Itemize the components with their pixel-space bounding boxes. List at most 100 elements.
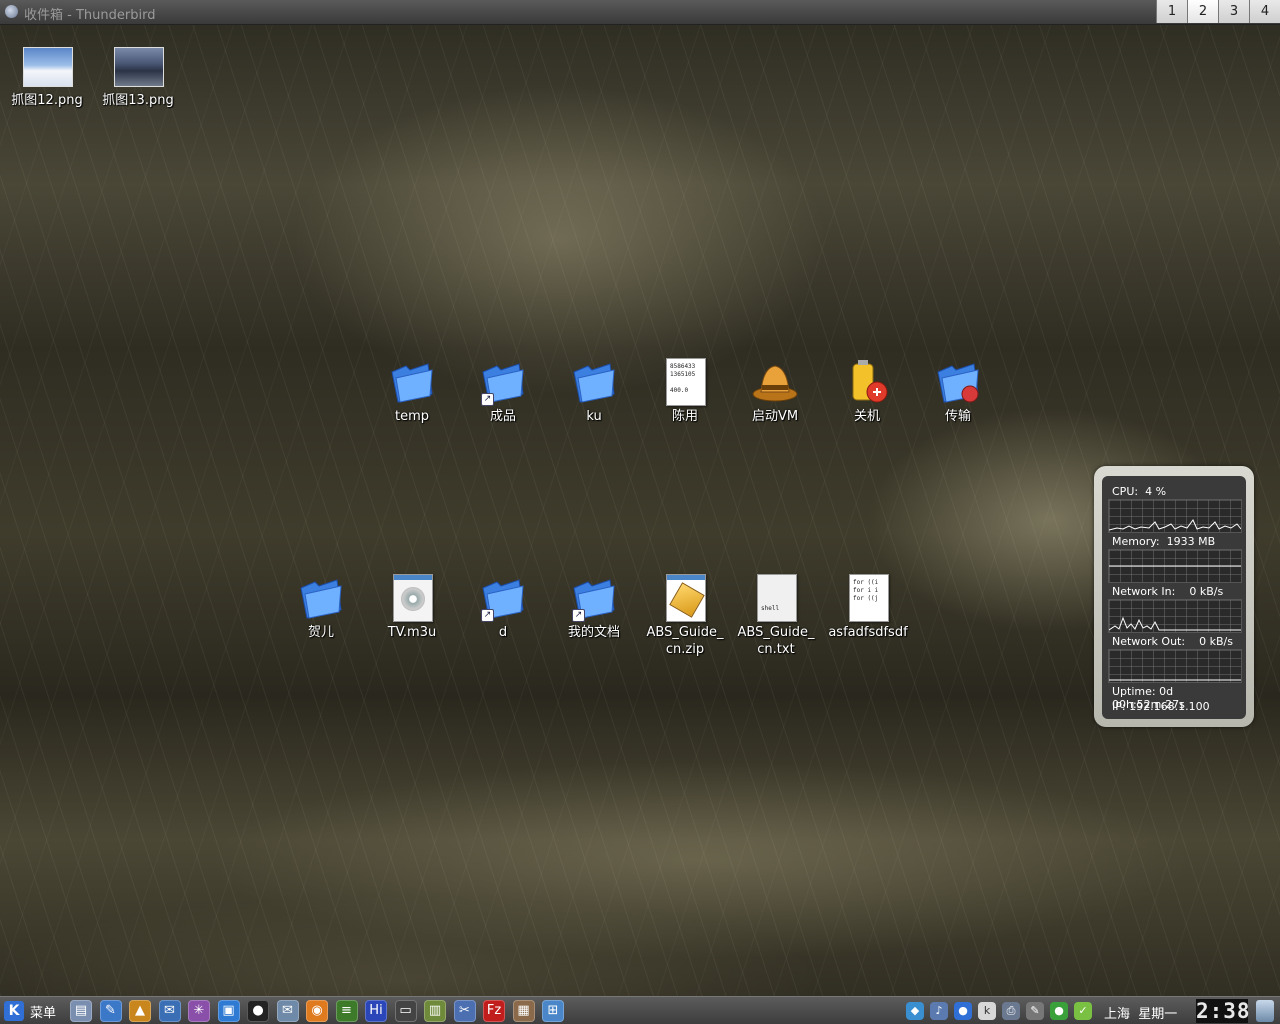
printer-icon[interactable]: ⎙ [1002, 1002, 1020, 1020]
start-menu-label: 菜单 [30, 1005, 57, 1021]
quick-launch-bar: ▤ ✎ ▲ ✉ ✳ ▣ ● ✉ ◉ ≡ Hi ▭ ▥ ✂ Fz ▦ ⊞ [70, 1000, 572, 1022]
zip-archive-icon [666, 574, 706, 622]
desktop-icon-abs-guide-txt[interactable]: shell ABS_Guide_ cn.txt [731, 574, 821, 658]
desktop-icon-label: temp [394, 409, 429, 424]
desktop-icon-label: d [498, 625, 508, 640]
firefox-icon[interactable]: ◉ [306, 1000, 328, 1022]
desktop-icon-label: 传输 [944, 409, 971, 424]
desktop-icon-label: ABS_Guide_ cn.zip [646, 625, 724, 657]
document-preview: 8586433 1365105 400.0 [670, 363, 696, 394]
shortcut-arrow-icon: ↗ [481, 609, 494, 622]
hi-messenger-icon[interactable]: Hi [365, 1000, 387, 1022]
check-icon[interactable]: ✓ [1074, 1002, 1092, 1020]
desktop-icon-label: 关机 [853, 409, 880, 424]
desktop-icon-screenshot12[interactable]: 抓图12.png [2, 42, 92, 109]
monitor-icon[interactable]: ▭ [394, 1000, 417, 1022]
network-map-icon[interactable]: ⊞ [542, 1000, 564, 1022]
text-document-icon: for ((i for i i for ((j [849, 574, 889, 622]
desktop-1-button[interactable]: 1 [1156, 0, 1187, 23]
desktop-icon-label: 陈用 [671, 409, 698, 424]
stripes-app-icon[interactable]: ≡ [335, 1000, 358, 1022]
desktop-icon-label: 抓图13.png [102, 93, 174, 108]
system-monitor-widget[interactable]: CPU: 4 % Memory: 1933 MB Network In: 0 k… [1094, 466, 1254, 727]
desktop-icon-abs-guide-zip[interactable]: ABS_Guide_ cn.zip [640, 574, 730, 658]
editor-icon[interactable]: ✎ [99, 1000, 122, 1022]
ip-label: IP: [1112, 700, 1126, 713]
thunderbird-window-icon [5, 5, 18, 18]
pen-icon[interactable]: ✎ [1026, 1002, 1044, 1020]
kde-k-icon[interactable]: k [978, 1002, 996, 1020]
cpu-graph [1108, 499, 1242, 533]
network-in-graph [1108, 599, 1242, 633]
city-image [114, 47, 164, 87]
network-tool-icon[interactable]: ✳ [188, 1000, 210, 1022]
desktop-icon-label: 贺儿 [307, 625, 334, 640]
location-label: 上海 [1104, 1007, 1131, 1022]
desktop-icon-label: 启动VM [751, 409, 799, 424]
desktop-icon-ku[interactable]: ku [549, 358, 639, 425]
desktop-icon-shutdown[interactable]: 关机 [822, 358, 912, 425]
desktop-icon-chenyong[interactable]: 8586433 1365105 400.0 陈用 [640, 358, 730, 425]
desktop-2-button[interactable]: 2 [1187, 0, 1218, 23]
clock[interactable]: 2:38 [1196, 999, 1250, 1023]
desktop-icon-tv-m3u[interactable]: TV.m3u [367, 574, 457, 641]
shortcut-arrow-icon: ↗ [572, 609, 585, 622]
desktop-icon-label: 抓图12.png [11, 93, 83, 108]
desktop-icon-heer[interactable]: 贺儿 [276, 574, 366, 641]
desktop-icon-d[interactable]: ↗ d [458, 574, 548, 641]
weekday-label: 星期一 [1138, 1007, 1178, 1022]
system-tray: ◆ ♪ ● k ⎙ ✎ ● ✓ [906, 1000, 1098, 1020]
bluetooth-blob-icon[interactable]: ● [954, 1002, 972, 1020]
thunderbird-icon[interactable]: ✉ [158, 1000, 181, 1022]
folder-icon [573, 363, 615, 403]
media-playlist-icon [393, 574, 433, 622]
memory-value: 1933 MB [1166, 535, 1216, 548]
desktop-icon-temp[interactable]: temp [367, 358, 457, 425]
vmware-hat-icon [752, 365, 798, 402]
desktop-icon-my-documents[interactable]: ↗ 我的文档 [549, 574, 639, 641]
kde-menu-icon: K [4, 1001, 24, 1021]
desktop-icon-transfer[interactable]: 传输 [913, 358, 1003, 425]
network-out-label: Network Out: [1112, 635, 1186, 648]
desktop-icon-chengpin[interactable]: ↗ 成品 [458, 358, 548, 425]
active-window-title[interactable]: 收件箱 - Thunderbird [24, 4, 155, 23]
desktop-4-button[interactable]: 4 [1249, 0, 1280, 23]
folder-icon [391, 363, 433, 403]
cpu-value: 4 % [1145, 485, 1167, 498]
green-status-icon[interactable]: ● [1050, 1002, 1068, 1020]
desktop-icon-label: 成品 [489, 409, 516, 424]
ip-readout: IP: 192.168.1.100 [1112, 700, 1210, 713]
network-in-readout: Network In: 0 kB/s [1112, 585, 1223, 598]
folder-transfer-icon [937, 363, 979, 403]
snow-landscape-image [23, 47, 73, 87]
memory-readout: Memory: 1933 MB [1112, 535, 1215, 548]
network-out-readout: Network Out: 0 kB/s [1112, 635, 1233, 648]
filezilla-icon[interactable]: Fz [483, 1000, 505, 1022]
network-in-value: 0 kB/s [1189, 585, 1224, 598]
terminal-screen-icon[interactable]: ▣ [217, 1000, 240, 1022]
uptime-label: Uptime: [1112, 685, 1156, 698]
desktop-icon-label: ABS_Guide_ cn.txt [737, 625, 815, 657]
desktop-3-button[interactable]: 3 [1218, 0, 1249, 23]
desktop-icon-screenshot13[interactable]: 抓图13.png [93, 42, 183, 109]
network-out-graph [1108, 649, 1242, 683]
mail-client-icon[interactable]: ✉ [276, 1000, 299, 1022]
file-manager-icon[interactable]: ▤ [70, 1000, 92, 1022]
vmware-hat-icon[interactable]: ▲ [129, 1000, 151, 1022]
books-icon[interactable]: ▥ [424, 1000, 446, 1022]
cpu-readout: CPU: 4 % [1112, 485, 1166, 498]
folder-icon [300, 579, 342, 619]
desktop-icon-label: 我的文档 [567, 625, 620, 640]
memory-label: Memory: [1112, 535, 1160, 548]
tools-icon[interactable]: ✂ [453, 1000, 476, 1022]
desktop-icon-start-vm[interactable]: 启动VM [730, 358, 820, 425]
package-icon[interactable]: ▦ [512, 1000, 535, 1022]
start-menu-button[interactable]: K 菜单 [4, 1000, 56, 1022]
desktop-icon-asfadfsdfsdf[interactable]: for ((i for i i for ((j asfadfsdfsdf [823, 574, 913, 641]
location-weekday: 上海 星期一 [1104, 1003, 1177, 1022]
bottom-taskbar: K 菜单 ▤ ✎ ▲ ✉ ✳ ▣ ● ✉ ◉ ≡ Hi ▭ ▥ ✂ Fz ▦ ⊞ ◆ ♪ ● k ⎙ ✎ ● ✓ 上海 星期一… [0, 996, 1280, 1024]
volume-icon[interactable]: ♪ [930, 1002, 948, 1020]
qq-penguin-icon[interactable]: ● [247, 1000, 269, 1022]
trash-icon[interactable] [1256, 1000, 1274, 1022]
cube-status-icon[interactable]: ◆ [906, 1002, 924, 1020]
